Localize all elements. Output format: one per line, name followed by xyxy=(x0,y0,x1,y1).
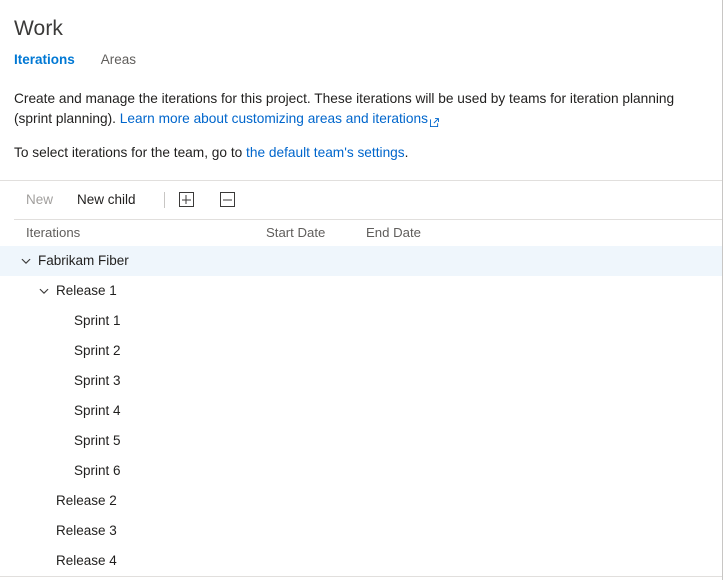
iterations-tree-grid: Fabrikam Fiber Release 1 Sprint 1 Sprint 2 S… xyxy=(0,246,722,576)
row-name-cell: Sprint 1 xyxy=(0,313,296,328)
grid-column-headers: Iterations Start Date End Date xyxy=(0,220,722,246)
learn-more-link[interactable]: Learn more about customizing areas and i… xyxy=(120,111,439,126)
row-name-cell: Release 4 xyxy=(0,553,278,568)
table-row[interactable]: Sprint 5 xyxy=(0,426,722,456)
chevron-down-icon[interactable] xyxy=(38,285,50,297)
table-row[interactable]: Sprint 3 xyxy=(0,366,722,396)
row-label: Release 3 xyxy=(56,523,117,538)
expand-all-plus-icon[interactable] xyxy=(179,192,194,207)
row-name-cell: Sprint 2 xyxy=(0,343,296,358)
column-header-end-date: End Date xyxy=(366,225,486,240)
toolbar-separator xyxy=(164,192,165,208)
row-label: Sprint 4 xyxy=(74,403,121,418)
description-paragraph-2: To select iterations for the team, go to… xyxy=(14,143,708,163)
page-title: Work xyxy=(0,0,722,43)
external-link-icon xyxy=(430,113,439,122)
row-label: Release 1 xyxy=(56,283,117,298)
row-label: Sprint 6 xyxy=(74,463,121,478)
tab-iterations[interactable]: Iterations xyxy=(14,51,75,73)
new-button[interactable]: New xyxy=(20,188,59,212)
row-label: Release 4 xyxy=(56,553,117,568)
grid-bottom-divider xyxy=(0,576,722,577)
row-name-cell: Sprint 5 xyxy=(0,433,296,448)
row-name-cell: Release 3 xyxy=(0,523,278,538)
table-row[interactable]: Release 3 xyxy=(0,516,722,546)
description-block: Create and manage the iterations for thi… xyxy=(0,73,722,163)
column-header-iterations: Iterations xyxy=(26,225,266,240)
table-row[interactable]: Sprint 2 xyxy=(0,336,722,366)
learn-more-link-label: Learn more about customizing areas and i… xyxy=(120,111,428,126)
description-text-2: To select iterations for the team, go to xyxy=(14,145,246,160)
row-label: Release 2 xyxy=(56,493,117,508)
default-team-settings-link[interactable]: the default team's settings xyxy=(246,145,405,160)
work-settings-page: Work Iterations Areas Create and manage … xyxy=(0,0,723,580)
column-header-start-date: Start Date xyxy=(266,225,366,240)
grid-toolbar: New New child xyxy=(0,181,722,219)
row-name-cell: Sprint 3 xyxy=(0,373,296,388)
tab-bar: Iterations Areas xyxy=(0,43,722,73)
row-label: Fabrikam Fiber xyxy=(38,253,129,268)
chevron-down-icon[interactable] xyxy=(20,255,32,267)
row-label: Sprint 3 xyxy=(74,373,121,388)
tab-areas[interactable]: Areas xyxy=(101,51,136,73)
table-row[interactable]: Sprint 4 xyxy=(0,396,722,426)
new-child-button[interactable]: New child xyxy=(71,188,142,212)
table-row[interactable]: Release 2 xyxy=(0,486,722,516)
table-row[interactable]: Release 4 xyxy=(0,546,722,576)
row-name-cell: Fabrikam Fiber xyxy=(0,253,260,268)
row-label: Sprint 5 xyxy=(74,433,121,448)
collapse-all-minus-icon[interactable] xyxy=(220,192,235,207)
row-name-cell: Release 2 xyxy=(0,493,278,508)
table-row[interactable]: Fabrikam Fiber xyxy=(0,246,722,276)
row-name-cell: Sprint 4 xyxy=(0,403,296,418)
table-row[interactable]: Sprint 6 xyxy=(0,456,722,486)
description-paragraph-1: Create and manage the iterations for thi… xyxy=(14,89,708,128)
row-label: Sprint 1 xyxy=(74,313,121,328)
row-name-cell: Release 1 xyxy=(0,283,278,298)
table-row[interactable]: Release 1 xyxy=(0,276,722,306)
table-row[interactable]: Sprint 1 xyxy=(0,306,722,336)
row-label: Sprint 2 xyxy=(74,343,121,358)
description-text-2-end: . xyxy=(405,145,409,160)
row-name-cell: Sprint 6 xyxy=(0,463,296,478)
